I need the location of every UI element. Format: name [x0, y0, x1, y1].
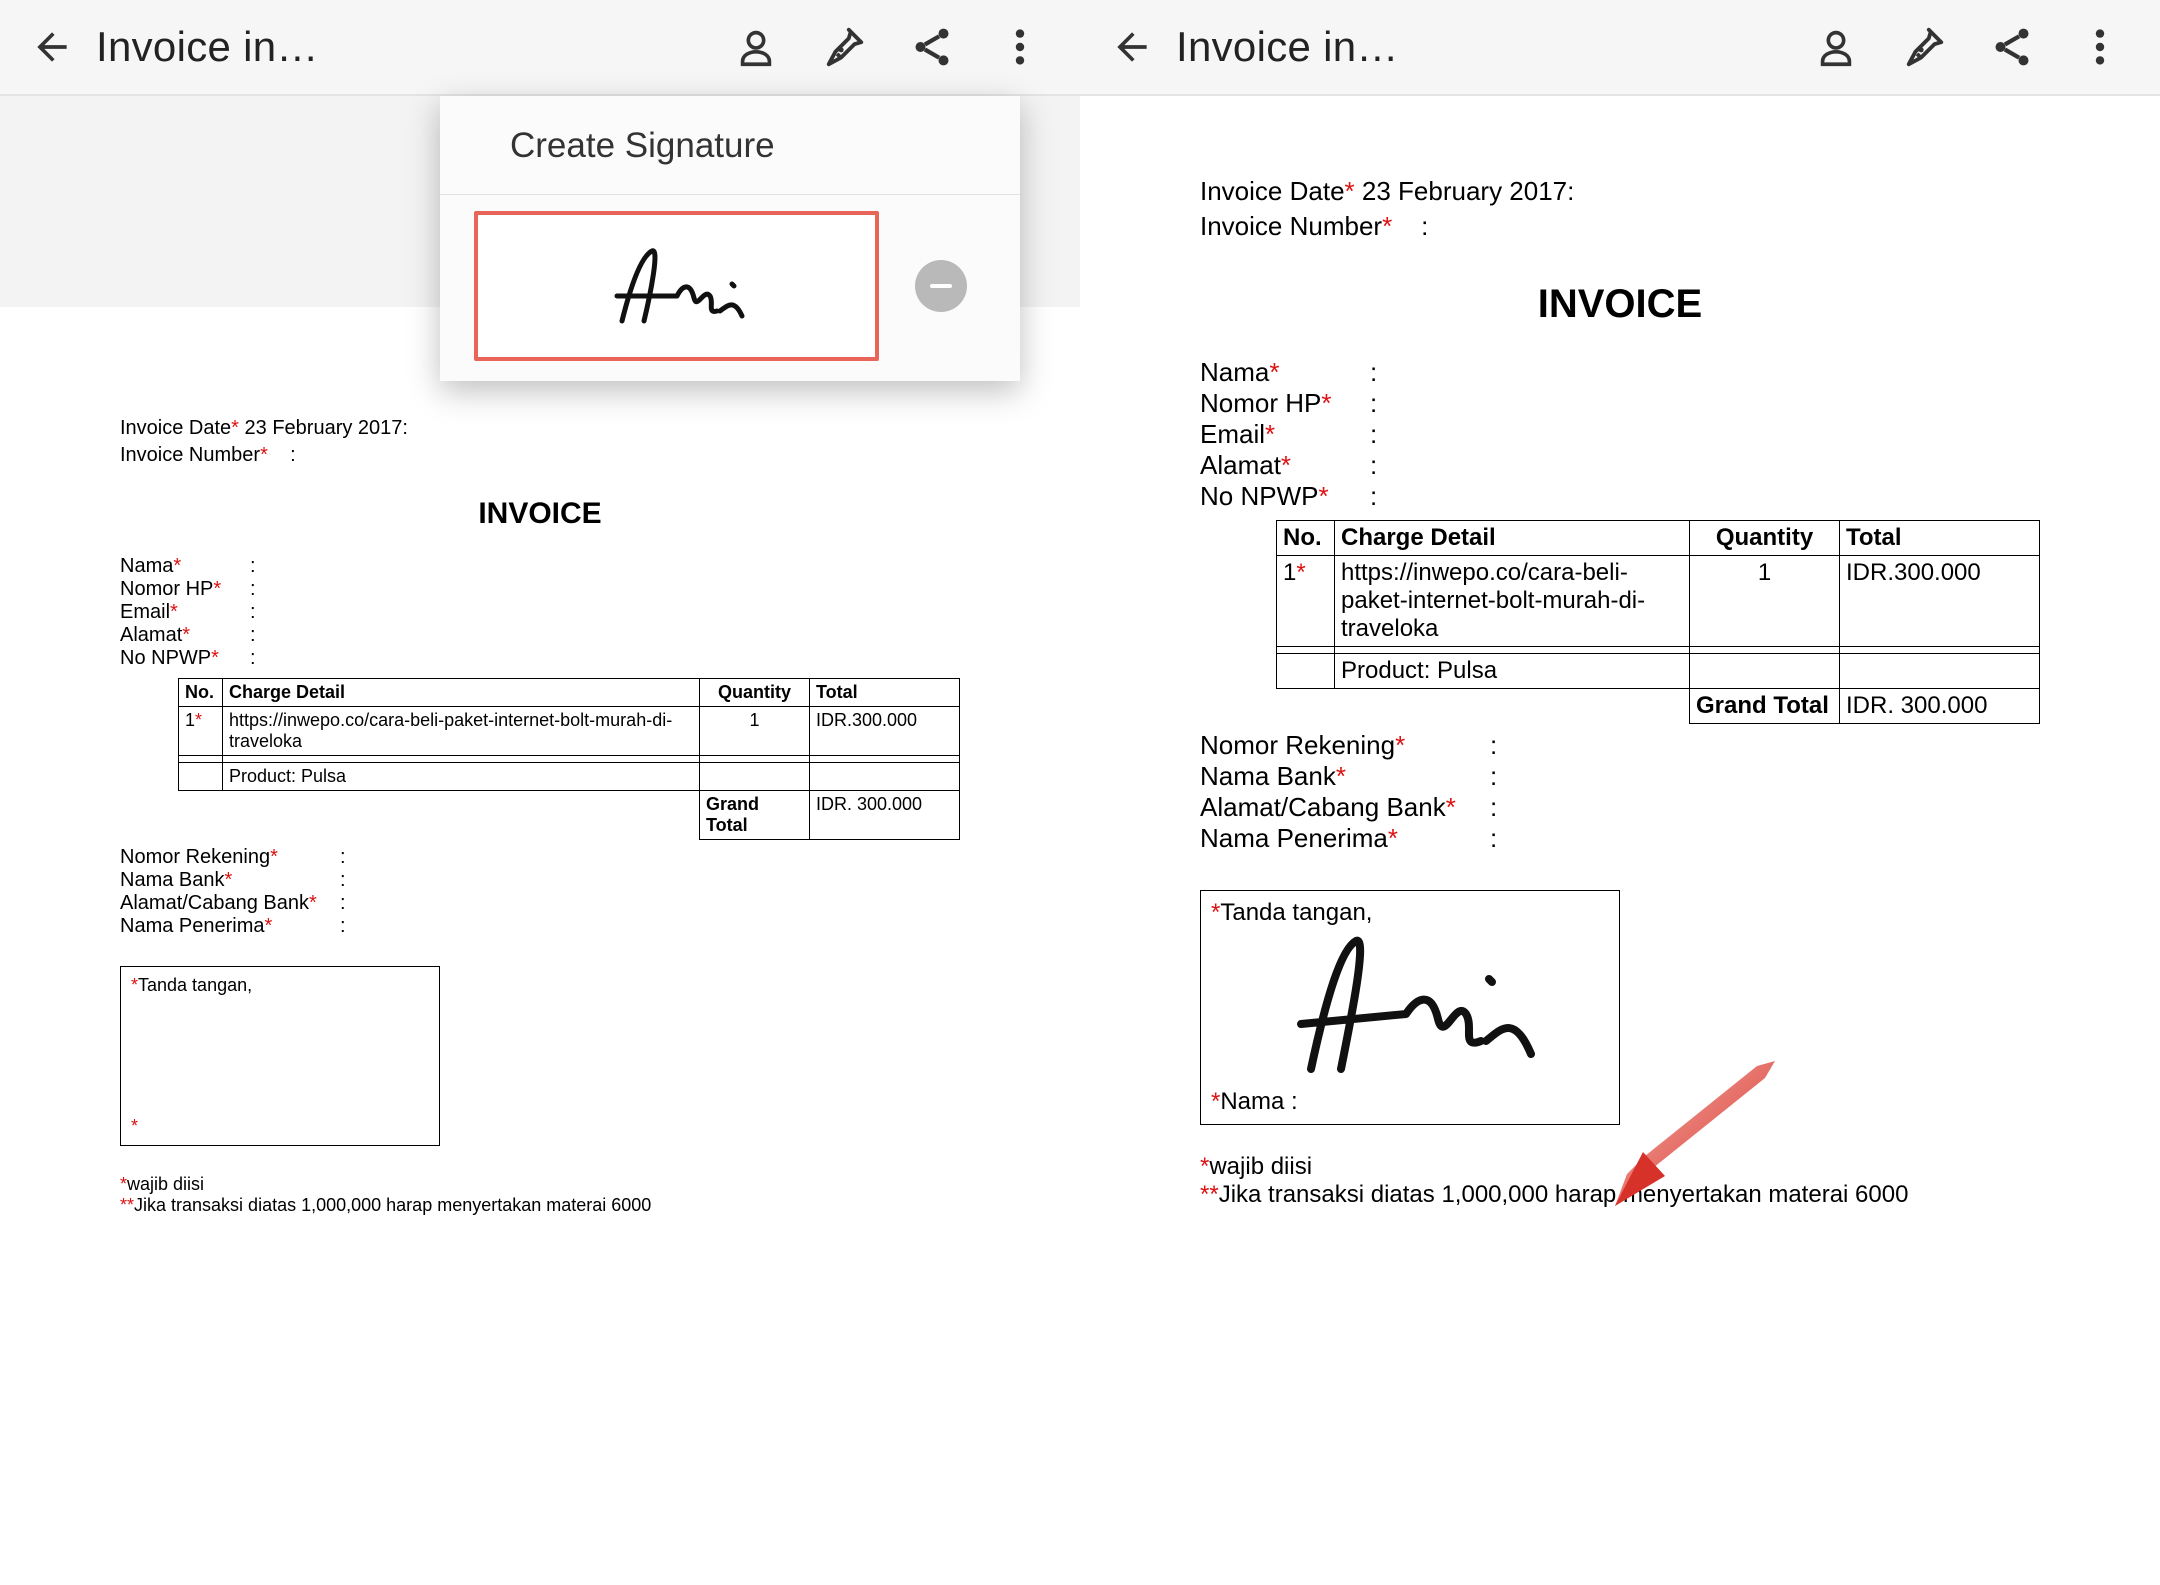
table-row: Product: Pulsa — [1277, 654, 2040, 689]
field-alamat: Alamat — [120, 624, 182, 646]
share-icon — [909, 24, 955, 70]
table-row: Product: Pulsa — [179, 763, 960, 791]
col-total: Total — [810, 679, 960, 707]
document-viewport[interactable]: Invoice Date* 23 February 2017: Invoice … — [1080, 96, 2160, 1585]
share-button[interactable] — [1968, 0, 2056, 95]
invoice-document: Invoice Date* 23 February 2017: Invoice … — [1200, 176, 2040, 1209]
charges-table-wrap: No. Charge Detail Quantity Total 1* http… — [178, 678, 960, 840]
invoice-heading: INVOICE — [1200, 282, 2040, 327]
signature-glyph-icon — [582, 226, 772, 346]
back-button[interactable] — [1096, 25, 1168, 69]
more-vertical-icon — [2077, 24, 2123, 70]
field-alamat: Alamat — [1200, 450, 1281, 480]
left-screenshot: Invoice in… Create Signature — [0, 0, 1080, 1585]
col-no: No. — [1277, 521, 1335, 556]
table-row: Grand TotalIDR. 300.000 — [179, 791, 960, 840]
signature-field[interactable]: *Tanda tangan, * — [120, 966, 440, 1146]
table-row — [179, 756, 960, 763]
col-qty: Quantity — [1690, 521, 1840, 556]
sig-bottom-label: Nama : — [1220, 1088, 1297, 1115]
more-vertical-icon — [997, 24, 1043, 70]
invoice-number-label: Invoice Number — [120, 444, 260, 466]
col-total: Total — [1840, 521, 2040, 556]
person-icon — [1813, 24, 1859, 70]
back-button[interactable] — [16, 25, 88, 69]
charges-table: No. Charge Detail Quantity Total 1* http… — [178, 678, 960, 840]
bank-rekening: Nomor Rekening — [1200, 730, 1395, 760]
person-icon — [733, 24, 779, 70]
share-button[interactable] — [888, 0, 976, 95]
pen-button[interactable] — [800, 0, 888, 95]
sig-top-label: Tanda tangan, — [138, 975, 252, 995]
field-npwp: No NPWP — [120, 647, 211, 669]
bank-nama: Nama Bank — [120, 869, 225, 891]
appbar: Invoice in… — [1080, 0, 2160, 96]
document-viewport[interactable]: Invoice Date* 23 February 2017: Invoice … — [0, 307, 1080, 1585]
overflow-button[interactable] — [2056, 0, 2144, 95]
create-signature-popover: Create Signature — [440, 96, 1020, 381]
bank-cabang: Alamat/Cabang Bank — [120, 892, 309, 914]
invoice-number-label: Invoice Number — [1200, 211, 1382, 241]
pen-nib-icon — [1901, 24, 1947, 70]
invoice-date-label: Invoice Date — [1200, 176, 1345, 206]
bank-nama: Nama Bank — [1200, 761, 1336, 791]
field-nama: Nama — [1200, 357, 1269, 387]
overflow-button[interactable] — [976, 0, 1064, 95]
field-email: Email — [1200, 419, 1265, 449]
field-nomor-hp: Nomor HP — [120, 578, 213, 600]
field-nama: Nama — [120, 555, 173, 577]
signature-field[interactable]: *Tanda tangan, *Nama : — [1200, 890, 1620, 1125]
right-screenshot: Invoice in… Invoice Date* 23 February 20… — [1080, 0, 2160, 1585]
invoice-date-value: 23 February 2017: — [1362, 176, 1574, 206]
person-button[interactable] — [712, 0, 800, 95]
bank-penerima: Nama Penerima — [120, 915, 265, 937]
field-npwp: No NPWP — [1200, 481, 1318, 511]
arrow-left-icon — [30, 25, 74, 69]
bank-penerima: Nama Penerima — [1200, 823, 1388, 853]
field-nomor-hp: Nomor HP — [1200, 388, 1321, 418]
table-row: 1* https://inwepo.co/cara-beli-paket-int… — [179, 707, 960, 756]
field-email: Email — [120, 601, 170, 623]
invoice-date-value: 23 February 2017: — [245, 417, 408, 439]
appbar: Invoice in… — [0, 0, 1080, 96]
annotation-arrow-icon — [1615, 1056, 1785, 1206]
signature-slot[interactable] — [474, 211, 879, 361]
col-detail: Charge Detail — [1335, 521, 1690, 556]
page-title: Invoice in… — [96, 23, 319, 71]
table-row: Grand TotalIDR. 300.000 — [1277, 689, 2040, 724]
minus-icon — [930, 284, 952, 288]
person-button[interactable] — [1792, 0, 1880, 95]
bank-cabang: Alamat/Cabang Bank — [1200, 792, 1446, 822]
table-row — [1277, 647, 2040, 654]
invoice-heading: INVOICE — [120, 497, 960, 531]
bank-rekening: Nomor Rekening — [120, 846, 270, 868]
footnotes: *wajib diisi **Jika transaksi diatas 1,0… — [120, 1174, 960, 1216]
arrow-left-icon — [1110, 25, 1154, 69]
charges-table: No. Charge Detail Quantity Total 1* http… — [1276, 520, 2040, 724]
col-detail: Charge Detail — [223, 679, 700, 707]
remove-signature-button[interactable] — [915, 260, 967, 312]
pen-button[interactable] — [1880, 0, 1968, 95]
share-icon — [1989, 24, 2035, 70]
invoice-document: Invoice Date* 23 February 2017: Invoice … — [120, 417, 960, 1216]
popover-title: Create Signature — [440, 96, 1020, 195]
charges-table-wrap: No. Charge Detail Quantity Total 1* http… — [1276, 520, 2040, 724]
pen-nib-icon — [821, 24, 867, 70]
col-no: No. — [179, 679, 223, 707]
signature-glyph-icon — [1256, 919, 1556, 1089]
table-row: 1* https://inwepo.co/cara-beli-paket-int… — [1277, 556, 2040, 647]
invoice-date-label: Invoice Date — [120, 417, 231, 439]
page-title: Invoice in… — [1176, 23, 1399, 71]
col-qty: Quantity — [700, 679, 810, 707]
